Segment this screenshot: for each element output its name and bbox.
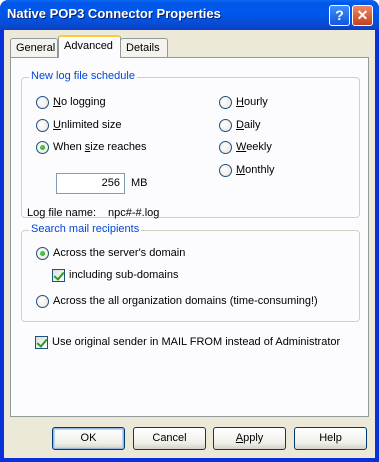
tab-details[interactable]: Details (120, 38, 168, 57)
checkbox-label-use-original-sender: Use original sender in MAIL FROM instead… (52, 336, 341, 348)
radio-label-daily: Daily (236, 119, 261, 131)
radio-no-logging[interactable]: No logging (36, 94, 106, 110)
dialog-client-area: General Advanced Details New log file sc… (4, 30, 375, 458)
radio-weekly[interactable]: Weekly (219, 139, 272, 155)
radio-button[interactable] (219, 118, 232, 132)
radio-all-org-domains[interactable]: Across the all organization domains (tim… (36, 293, 318, 309)
search-recipients-group-label: Search mail recipients (29, 223, 142, 235)
checkbox-use-original-sender[interactable]: Use original sender in MAIL FROM instead… (35, 334, 340, 350)
radio-label-server-domain: Across the server's domain (53, 247, 186, 259)
window-title: Native POP3 Connector Properties (7, 6, 221, 21)
radio-label-unlimited-size: Unlimited size (53, 119, 122, 131)
tab-advanced[interactable]: Advanced (58, 35, 121, 58)
help-title-button[interactable]: ? (329, 5, 350, 26)
log-file-name-label: Log file name: (27, 207, 97, 219)
tab-general[interactable]: General (10, 38, 58, 57)
radio-label-when-size-reaches: When size reaches (53, 141, 147, 153)
help-button[interactable]: Help (294, 427, 367, 450)
radio-hourly[interactable]: Hourly (219, 94, 268, 110)
checkbox-checked[interactable] (35, 335, 48, 349)
radio-when-size-reaches[interactable]: When size reaches (36, 139, 147, 155)
radio-button[interactable] (219, 163, 232, 177)
radio-button-selected[interactable] (36, 246, 49, 260)
checkbox-checked[interactable] (52, 268, 65, 282)
question-mark-icon: ? (335, 7, 344, 23)
log-schedule-group-label: New log file schedule (29, 70, 137, 82)
advanced-tab-panel: New log file schedule No logging Unlimit… (10, 57, 369, 417)
radio-label-weekly: Weekly (236, 141, 272, 153)
properties-dialog: Native POP3 Connector Properties ? ✕ Gen… (0, 0, 379, 462)
title-bar[interactable]: Native POP3 Connector Properties ? ✕ (0, 0, 379, 30)
radio-label-monthly: Monthly (236, 164, 275, 176)
cancel-button[interactable]: Cancel (133, 427, 206, 450)
radio-button-selected[interactable] (36, 140, 49, 154)
radio-label-all-org-domains: Across the all organization domains (tim… (53, 295, 318, 307)
search-recipients-group: Search mail recipients Across the server… (21, 223, 360, 322)
ok-button[interactable]: OK (52, 427, 125, 450)
size-unit-label: MB (131, 177, 148, 189)
close-button[interactable]: ✕ (352, 5, 373, 26)
radio-monthly[interactable]: Monthly (219, 162, 275, 178)
radio-button[interactable] (219, 140, 232, 154)
radio-label-hourly: Hourly (236, 96, 268, 108)
radio-button[interactable] (36, 118, 49, 132)
log-schedule-group: New log file schedule No logging Unlimit… (21, 70, 360, 218)
radio-daily[interactable]: Daily (219, 117, 260, 133)
radio-server-domain[interactable]: Across the server's domain (36, 245, 185, 261)
size-limit-input[interactable]: 256 (56, 173, 125, 194)
radio-label-no-logging: No logging (53, 96, 106, 108)
radio-button[interactable] (36, 95, 49, 109)
checkbox-including-subdomains[interactable]: including sub-domains (52, 267, 178, 283)
radio-button[interactable] (36, 294, 49, 308)
radio-unlimited-size[interactable]: Unlimited size (36, 117, 121, 133)
checkbox-label-including-subdomains: including sub-domains (69, 269, 179, 281)
close-icon: ✕ (356, 7, 369, 23)
log-file-name-value: npc#-#.log (108, 207, 160, 219)
apply-button[interactable]: Apply (213, 427, 286, 450)
radio-button[interactable] (219, 95, 232, 109)
